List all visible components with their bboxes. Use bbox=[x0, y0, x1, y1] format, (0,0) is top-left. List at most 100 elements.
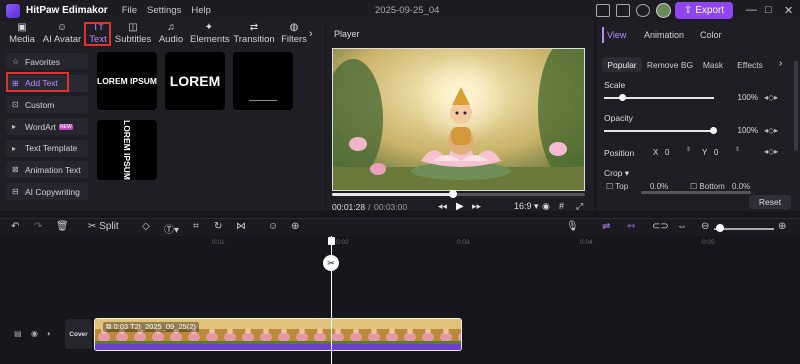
speed-icon[interactable]: ⊕ bbox=[291, 221, 299, 232]
maximize-icon[interactable]: □ bbox=[765, 4, 772, 16]
tab-transition[interactable]: ⇄ Transition bbox=[233, 22, 275, 45]
track-lock-icon[interactable]: ▤ bbox=[14, 329, 22, 338]
tab-audio[interactable]: ♫ Audio bbox=[156, 22, 186, 45]
tab-ai-avatar[interactable]: ☺ AI Avatar bbox=[42, 22, 82, 45]
menu-settings[interactable]: Settings bbox=[147, 5, 181, 16]
opacity-slider[interactable] bbox=[604, 127, 717, 134]
scale-label: Scale bbox=[604, 80, 626, 90]
grid-icon[interactable]: # bbox=[559, 201, 564, 211]
media-tabs: ▣ Media ☺ AI Avatar Tт Text ◫ Subtitles ♫ Aud… bbox=[0, 21, 325, 47]
opacity-value[interactable]: 100% bbox=[718, 124, 762, 137]
playback-progress[interactable] bbox=[332, 190, 585, 198]
position-x-field[interactable]: X 0 bbox=[653, 146, 687, 159]
sidebar-item-custom[interactable]: ⊡ Custom bbox=[6, 96, 88, 114]
aspect-ratio-select[interactable]: 16:9 ▾ bbox=[514, 201, 539, 212]
sidebar-item-animation-text[interactable]: ⊠ Animation Text bbox=[6, 161, 88, 179]
subtab-remove-bg[interactable]: Remove BG bbox=[646, 57, 694, 72]
next-frame-icon[interactable]: ▸▸ bbox=[472, 201, 481, 212]
keyframe-icon[interactable]: ◂◇▸ bbox=[764, 147, 778, 156]
export-button[interactable]: ⇪ Export bbox=[675, 2, 733, 19]
text-preset-small[interactable] bbox=[233, 52, 293, 110]
crop-bottom-checkbox[interactable]: ☐ Bottom bbox=[690, 182, 725, 191]
text-preset-lorem[interactable]: LOREM bbox=[165, 52, 225, 110]
scale-slider-handle[interactable] bbox=[619, 94, 626, 101]
avatar[interactable] bbox=[656, 3, 671, 18]
feedback-icon[interactable] bbox=[596, 4, 610, 17]
track-audio-icon[interactable]: ◐ bbox=[47, 329, 52, 338]
stepper-icon[interactable]: ⇕ bbox=[686, 146, 691, 153]
tab-animation[interactable]: Animation bbox=[644, 30, 684, 40]
microphone-icon[interactable]: 🎙 bbox=[566, 221, 579, 232]
chevron-right-icon[interactable]: › bbox=[309, 28, 313, 40]
tab-elements[interactable]: ✦ Elements bbox=[190, 22, 230, 45]
video-preview[interactable] bbox=[332, 48, 585, 191]
prev-frame-icon[interactable]: ◂◂ bbox=[438, 201, 447, 212]
keyframe-icon[interactable]: ◂◇▸ bbox=[764, 93, 778, 102]
tab-media[interactable]: ▣ Media bbox=[5, 22, 39, 45]
track-icon[interactable]: ⊂⊃ bbox=[652, 221, 669, 232]
crop-icon[interactable]: ⌗ bbox=[193, 221, 199, 232]
delete-icon[interactable]: 🗑 bbox=[56, 221, 69, 232]
horizontal-scrollbar[interactable] bbox=[641, 191, 751, 194]
cover-button[interactable]: Cover bbox=[65, 319, 92, 349]
opacity-slider-handle[interactable] bbox=[710, 127, 717, 134]
zoom-in-icon[interactable]: ⊕ bbox=[778, 221, 786, 232]
tab-color[interactable]: Color bbox=[700, 30, 722, 40]
tab-view[interactable]: View bbox=[607, 30, 626, 40]
undo-icon[interactable]: ↶ bbox=[11, 221, 19, 232]
subtab-mask[interactable]: Mask bbox=[698, 57, 728, 72]
split-button[interactable]: ✂ Split bbox=[88, 221, 119, 232]
tab-subtitles[interactable]: ◫ Subtitles bbox=[114, 22, 152, 45]
notification-icon[interactable] bbox=[636, 4, 650, 17]
menu-file[interactable]: File bbox=[122, 5, 137, 16]
play-icon[interactable]: ▶ bbox=[456, 201, 464, 212]
scale-value[interactable]: 100% bbox=[718, 91, 762, 104]
text-tool-icon[interactable]: Ⓣ▾ bbox=[164, 221, 179, 236]
snapshot-icon[interactable]: ◉ bbox=[542, 201, 550, 212]
timeline-ruler[interactable]: 0:01 0:02 0:03 0:04 0:05 bbox=[0, 237, 800, 249]
subtab-effects[interactable]: Effects bbox=[732, 57, 768, 72]
rotate-icon[interactable]: ↻ bbox=[214, 221, 222, 232]
save-icon[interactable] bbox=[616, 4, 630, 17]
redo-icon[interactable]: ↷ bbox=[34, 221, 42, 232]
mirror-icon[interactable]: ⋈ bbox=[236, 221, 246, 232]
track-visibility-icon[interactable]: ◉ bbox=[31, 329, 38, 338]
minimize-icon[interactable]: — bbox=[746, 4, 757, 16]
tab-filters[interactable]: ◍ Filters bbox=[280, 22, 308, 45]
star-icon: ☆ bbox=[12, 57, 20, 66]
sidebar-item-wordart[interactable]: ▸ WordArt NEW bbox=[6, 118, 88, 136]
zoom-slider-handle[interactable] bbox=[716, 224, 724, 232]
fullscreen-icon[interactable]: ⤢ bbox=[576, 201, 583, 212]
menu-help[interactable]: Help bbox=[191, 5, 211, 16]
fit-icon[interactable]: ⇔ bbox=[677, 221, 687, 232]
crop-bottom-value[interactable]: 0.0% bbox=[732, 182, 750, 191]
playhead-handle[interactable] bbox=[328, 237, 335, 245]
video-clip[interactable]: ⧉ 0:03 T2I_2025_09_25(2) bbox=[94, 318, 462, 351]
text-preset-vertical[interactable]: LOREM IPSUM bbox=[97, 120, 157, 180]
sidebar-item-favorites[interactable]: ☆ Favorites bbox=[6, 53, 88, 70]
stepper-icon[interactable]: ⇕ bbox=[735, 146, 740, 153]
close-icon[interactable]: ✕ bbox=[784, 4, 793, 17]
scissors-icon[interactable]: ✂ bbox=[323, 255, 339, 271]
progress-handle[interactable] bbox=[449, 190, 458, 198]
subtab-popular[interactable]: Popular bbox=[602, 57, 642, 72]
scale-slider[interactable] bbox=[604, 94, 714, 101]
link-icon[interactable]: ⇌ bbox=[602, 221, 610, 232]
snap-icon[interactable]: ⇿ bbox=[627, 221, 635, 232]
crop-top-value[interactable]: 0.0% bbox=[650, 182, 668, 191]
text-preset-lorem-ipsum[interactable]: LOREM IPSUM bbox=[97, 52, 157, 110]
reset-button[interactable]: Reset bbox=[749, 195, 791, 209]
zoom-out-icon[interactable]: ⊖ bbox=[701, 221, 709, 232]
sidebar-item-text-template[interactable]: ▸ Text Template bbox=[6, 139, 88, 157]
chevron-right-icon[interactable]: › bbox=[779, 58, 782, 69]
document-title: 2025-09-25_04 bbox=[375, 5, 440, 16]
panel-scrollbar[interactable] bbox=[794, 61, 798, 151]
position-y-field[interactable]: Y 0 bbox=[702, 146, 736, 159]
sidebar-item-ai-copywriting[interactable]: ⊟ AI Copywriting bbox=[6, 183, 88, 201]
face-icon[interactable]: ☺ bbox=[268, 221, 278, 232]
marker-icon[interactable]: ◇ bbox=[142, 221, 150, 232]
crop-label[interactable]: Crop ▾ bbox=[604, 168, 629, 179]
ruler-tick: 0:05 bbox=[702, 239, 715, 246]
keyframe-icon[interactable]: ◂◇▸ bbox=[764, 126, 778, 135]
crop-top-checkbox[interactable]: ☐ Top bbox=[606, 182, 628, 191]
